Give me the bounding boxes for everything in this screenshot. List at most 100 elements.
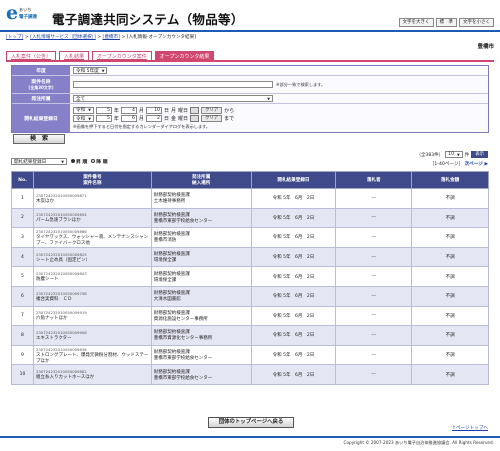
sort-key-select[interactable]: 開札結果登録日 ▼ (11, 158, 67, 165)
org-name: 豊橋市 (477, 44, 494, 50)
chevron-down-icon: ▼ (267, 96, 270, 101)
case-name-input[interactable] (73, 81, 273, 88)
row-place: 資源化施設センター事務所 (153, 316, 208, 322)
pager-range: ［1-40ページ］ (429, 162, 464, 167)
row-case-name[interactable]: 組立糸入りカットホースほか (36, 375, 94, 380)
row-amount: 不調 (411, 227, 489, 248)
back-to-org-top-button[interactable]: 団体のトップページへ戻る (208, 417, 294, 428)
sort-asc-label: 昇 順 (76, 160, 88, 165)
font-small-button[interactable]: 文字を小さく (459, 18, 494, 27)
case-name-label-sub: (全角30文字) (28, 85, 54, 90)
row-no: 5 (11, 266, 34, 287)
sort-desc-option[interactable]: 降 順 (91, 158, 108, 165)
date-from-day-input[interactable]: 10 (145, 106, 162, 114)
col-amount: 落札金額 (411, 171, 489, 189)
row-dept: 財務部契約検査課 豊橋市東部学校給食センター (150, 364, 252, 385)
radio-selected-icon (71, 159, 75, 163)
per-page-select[interactable]: 10 ▼ (445, 151, 463, 158)
year-row: 年度 令和 5年度 ▼ (12, 66, 488, 76)
date-to-day-input[interactable]: 2 (145, 115, 162, 122)
chevron-down-icon: ▼ (101, 68, 105, 73)
year-select[interactable]: 令和 5年度 ▼ (73, 67, 108, 74)
display-button[interactable]: 表示 (471, 151, 488, 158)
result-count-text: （全383件） (416, 152, 444, 158)
row-case-name[interactable]: 六角ナットほか (36, 316, 68, 321)
row-winner: --- (335, 285, 413, 307)
row-amount: 不調 (411, 266, 489, 287)
row-date: 令和 5年 6月 2日 (250, 344, 337, 366)
header: e あいち 電子調達 電子調達共同システム（物品等） 文字を大きく 標 準 文字… (0, 0, 500, 30)
day-unit: 日 (163, 116, 169, 122)
date-from-month-input[interactable]: 4 (120, 106, 137, 114)
font-large-button[interactable]: 文字を大きく (398, 18, 434, 27)
date-to-era-select[interactable]: 令和 ▼ (73, 115, 94, 122)
row-case-id: 230724232010050009906 (35, 329, 87, 335)
col-case: 案件番号 案件名称 (32, 171, 152, 189)
row-case-name[interactable]: エキストラクター (36, 336, 72, 341)
case-name-cell: ※部分一致で検索します。 (70, 76, 488, 93)
breadcrumb-city-link[interactable]: [豊橋市] (103, 35, 120, 40)
logo[interactable]: e あいち 電子調達 (6, 4, 48, 26)
row-place: 豊橋市東部学校給食センター (153, 356, 213, 362)
row-case-name[interactable]: パーム急速ブラシほか (36, 218, 81, 223)
font-standard-button[interactable]: 標 準 (435, 18, 457, 27)
row-case-id: 230724232010050009758 (35, 290, 87, 296)
date-row: 開札結果登録日 令和 ▼ 5年 4月 10 日 月曜日 クリア から 令和 ▼ 5年 … (12, 104, 488, 132)
row-no: 9 (11, 344, 34, 366)
row-case-name[interactable]: シート止め具（固定ピン） (36, 258, 90, 263)
row-case-name[interactable]: 複合実資料 ＣＤ (36, 297, 72, 302)
breadcrumb-top-link[interactable]: [トップ] (6, 35, 23, 40)
date-to-clear-button[interactable]: クリア (200, 115, 223, 122)
search-button[interactable]: 検 索 (13, 134, 65, 144)
year-label: 年度 (12, 66, 70, 75)
calendar-icon[interactable] (189, 115, 199, 122)
row-case-name[interactable]: 防塵シート (36, 277, 59, 282)
next-page-link[interactable]: 次ページ ▶ (465, 162, 488, 167)
month-unit: 月 (138, 107, 144, 114)
tab-bid-results[interactable]: 入札結果 (59, 51, 90, 60)
row-case-name[interactable]: タイヤワックス、ウォッシャー液、メンテナンスシャンプー、ファイバークロス他 (36, 235, 148, 246)
row-place: 環境保全課 (153, 258, 177, 264)
date-cell: 令和 ▼ 5年 4月 10 日 月曜日 クリア から 令和 ▼ 5年 6月 2日 金曜… (70, 104, 488, 132)
calendar-icon[interactable] (189, 106, 199, 114)
row-case: 230724232010050009843 防塵シート (32, 266, 152, 287)
breadcrumb-current: [入札情報-オープンカウンタ結果] (126, 35, 196, 40)
row-case: 230724232010050009906 エキストラクター (32, 325, 152, 346)
sort-asc-option[interactable]: 昇 順 (71, 158, 87, 165)
row-winner: --- (335, 246, 413, 268)
day-unit: 日 (163, 107, 169, 114)
table-row: 3 230724232010050009866 タイヤワックス、ウォッシャー液、メン… (11, 227, 489, 248)
date-from-clear-button[interactable]: クリア (200, 106, 223, 114)
tab-bar: 入札案件（公告） 入札結果 オープンカウンタ案件 オープンカウンタ結果 (6, 51, 215, 60)
sort-key-value: 開札結果登録日 (14, 159, 47, 165)
tab-bid-notices[interactable]: 入札案件（公告） (6, 51, 57, 60)
table-header-row: No. 案件番号 案件名称 発注所属 納入場所 開札結果登録日 落札者 落札金額 (11, 171, 489, 189)
row-no: 8 (11, 325, 34, 346)
order-dept-select[interactable]: 全て ▼ (73, 95, 273, 102)
date-note: ※画像を押下すると日付を指定するカレンダーダイアログを表示します。 (73, 123, 211, 129)
row-case: 230724232010050009882 組立糸入りカットホースほか (32, 364, 152, 385)
row-dept: 財務部契約検査課 豊橋市東部学校給食センター (150, 207, 252, 229)
page-top-link[interactable]: ↑ページトップへ (452, 425, 488, 431)
row-winner: --- (335, 227, 413, 248)
row-no: 6 (11, 285, 34, 307)
tab-open-counter-results[interactable]: オープンカウンタ結果 (154, 51, 215, 60)
col-date: 開札結果登録日 (250, 171, 337, 189)
row-case-name[interactable]: ストロングプレート、爆発元微粉分割材、ウッドステープほか (36, 353, 148, 364)
row-dept: 財務部契約検査課 豊橋市資源化センター事務所 (150, 325, 252, 346)
row-place: 豊橋市東部学校給食センター (153, 375, 213, 381)
date-to-year-input[interactable]: 5 (95, 115, 112, 122)
date-from-year-input[interactable]: 5 (95, 106, 112, 114)
weekday-unit: 曜日 (177, 116, 188, 122)
year-unit: 年 (113, 107, 119, 114)
date-to-month-input[interactable]: 6 (120, 115, 137, 122)
tab-open-counter-cases[interactable]: オープンカウンタ案件 (92, 51, 152, 60)
case-name-row: 案件名称 (全角30文字) ※部分一致で検索します。 (12, 76, 488, 94)
date-from-line: 令和 ▼ 5年 4月 10 日 月曜日 クリア から (73, 106, 234, 114)
row-case-name[interactable]: 木炭ほか (36, 199, 54, 204)
per-page-unit: 件 (464, 152, 470, 158)
date-to-era: 令和 (76, 116, 86, 122)
row-winner: --- (335, 188, 413, 209)
breadcrumb-org-select-link[interactable]: [入札情報サービス（団体選択）] (30, 35, 96, 40)
date-from-era-select[interactable]: 令和 ▼ (73, 106, 94, 114)
